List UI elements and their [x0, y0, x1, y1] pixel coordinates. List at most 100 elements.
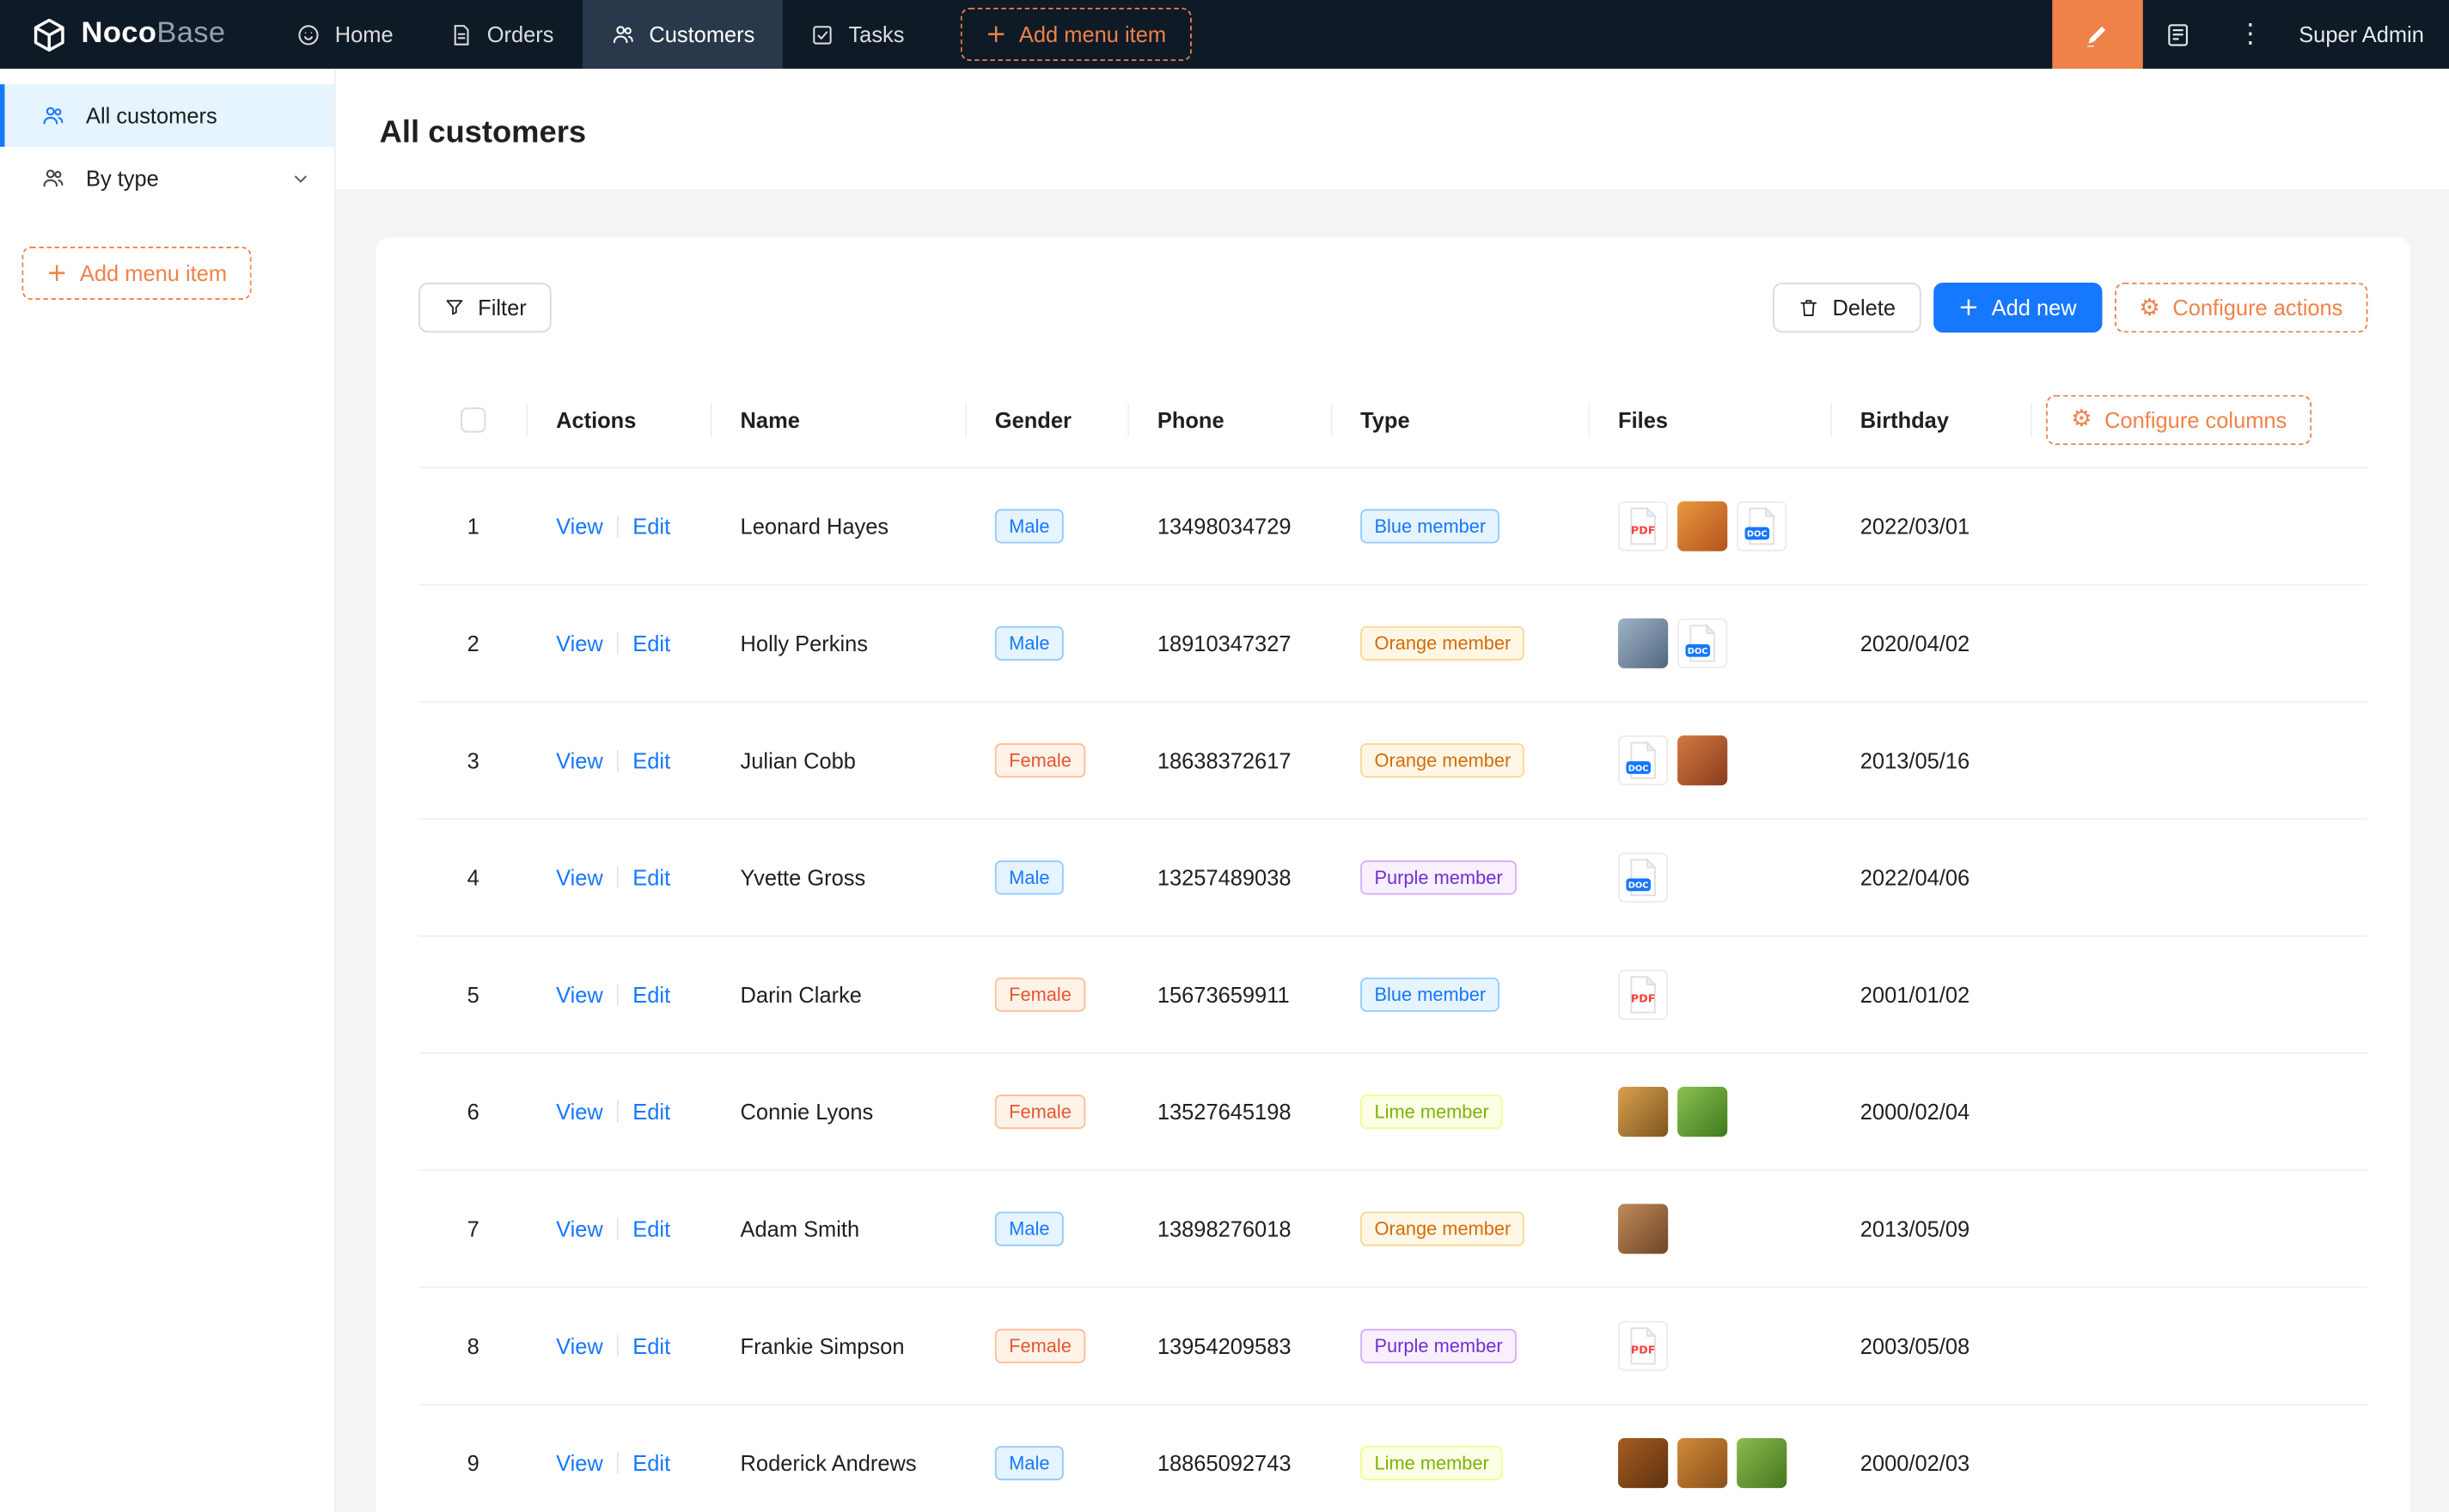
notebook-button[interactable]: [2142, 0, 2214, 69]
svg-text:DOC: DOC: [1628, 881, 1649, 891]
ellipsis-icon: ⋮: [2237, 21, 2263, 48]
more-actions-button[interactable]: ⋮: [2214, 0, 2287, 69]
plus-icon: +: [986, 21, 1006, 46]
doc-thumbnail[interactable]: DOC: [1618, 852, 1668, 902]
customer-name: Leonard Hayes: [741, 514, 889, 539]
birthday: 2003/05/08: [1860, 1333, 1970, 1358]
sidebar-add-menu-item-button[interactable]: + Add menu item: [21, 247, 251, 300]
view-link[interactable]: View: [556, 514, 603, 539]
edit-link[interactable]: Edit: [632, 982, 670, 1007]
pdf-thumbnail[interactable]: PDF: [1618, 1321, 1668, 1371]
view-link[interactable]: View: [556, 982, 603, 1007]
column-header-gender: Gender: [967, 406, 1129, 431]
customer-name: Roderick Andrews: [741, 1451, 917, 1476]
edit-link[interactable]: Edit: [632, 1216, 670, 1241]
svg-text:PDF: PDF: [1631, 993, 1656, 1006]
sidebar: All customers By type + Add m: [0, 69, 336, 1512]
type-tag: Blue member: [1360, 509, 1499, 544]
notebook-icon: [2165, 21, 2192, 48]
edit-link[interactable]: Edit: [632, 748, 670, 773]
type-tag: Orange member: [1360, 626, 1525, 661]
team-icon: [40, 166, 65, 191]
nocobase-logo[interactable]: NocoBase: [0, 16, 253, 52]
table-row[interactable]: 7 View Edit Adam Smith Male 13898276018 …: [418, 1171, 2367, 1288]
pdf-thumbnail[interactable]: PDF: [1618, 970, 1668, 1020]
image-thumbnail[interactable]: [1737, 1438, 1786, 1488]
image-thumbnail[interactable]: [1677, 1087, 1727, 1137]
gear-icon: ⚙: [2139, 296, 2159, 319]
view-link[interactable]: View: [556, 1451, 603, 1476]
nav-item-orders[interactable]: Orders: [421, 0, 582, 69]
table-row[interactable]: 6 View Edit Connie Lyons Female 13527645…: [418, 1054, 2367, 1171]
nav-item-label: Customers: [649, 21, 754, 46]
table-row[interactable]: 4 View Edit Yvette Gross Male 1325748903…: [418, 820, 2367, 936]
plus-icon: +: [1958, 296, 1979, 320]
table-row[interactable]: 5 View Edit Darin Clarke Female 15673659…: [418, 937, 2367, 1054]
birthday: 2022/03/01: [1860, 514, 1970, 539]
doc-thumbnail[interactable]: DOC: [1737, 501, 1786, 551]
view-link[interactable]: View: [556, 631, 603, 655]
doc-thumbnail[interactable]: DOC: [1618, 735, 1668, 785]
type-tag: Lime member: [1360, 1446, 1503, 1480]
table-row[interactable]: 2 View Edit Holly Perkins Male 189103473…: [418, 586, 2367, 703]
edit-link[interactable]: Edit: [632, 1333, 670, 1358]
view-link[interactable]: View: [556, 748, 603, 773]
birthday: 2013/05/09: [1860, 1216, 1970, 1241]
add-new-button[interactable]: + Add new: [1933, 283, 2102, 332]
gender-tag: Male: [995, 860, 1064, 894]
doc-thumbnail[interactable]: DOC: [1677, 619, 1727, 668]
sidebar-item-by-type[interactable]: By type: [0, 147, 334, 210]
svg-text:DOC: DOC: [1747, 530, 1768, 540]
image-thumbnail[interactable]: [1618, 1438, 1668, 1488]
main-area: All customers Filter: [336, 69, 2449, 1512]
row-index: 1: [467, 514, 479, 539]
image-thumbnail[interactable]: [1618, 1204, 1668, 1253]
configure-columns-button[interactable]: ⚙ Configure columns: [2046, 394, 2312, 444]
table-row[interactable]: 3 View Edit Julian Cobb Female 186383726…: [418, 703, 2367, 820]
view-link[interactable]: View: [556, 1333, 603, 1358]
edit-link[interactable]: Edit: [632, 865, 670, 890]
view-link[interactable]: View: [556, 865, 603, 890]
table-row[interactable]: 8 View Edit Frankie Simpson Female 13954…: [418, 1289, 2367, 1405]
filter-button[interactable]: Filter: [418, 283, 552, 332]
edit-link[interactable]: Edit: [632, 514, 670, 539]
image-thumbnail[interactable]: [1618, 619, 1668, 668]
customer-name: Connie Lyons: [741, 1100, 874, 1125]
image-thumbnail[interactable]: [1618, 1087, 1668, 1137]
sidebar-item-all-customers[interactable]: All customers: [0, 84, 334, 147]
image-thumbnail[interactable]: [1677, 501, 1727, 551]
current-user[interactable]: Super Admin: [2287, 21, 2449, 46]
filter-funnel-icon: [443, 296, 465, 318]
nav-item-customers[interactable]: Customers: [582, 0, 783, 69]
customer-name: Adam Smith: [741, 1216, 860, 1241]
customer-name: Frankie Simpson: [741, 1333, 905, 1358]
navbar-add-menu-item-button[interactable]: + Add menu item: [961, 8, 1191, 61]
select-all-checkbox[interactable]: [461, 406, 486, 431]
row-index: 5: [467, 982, 479, 1007]
row-index: 2: [467, 631, 479, 655]
ui-editor-button[interactable]: [2052, 0, 2142, 69]
table-row[interactable]: 1 View Edit Leonard Hayes Male 134980347…: [418, 468, 2367, 585]
image-thumbnail[interactable]: [1677, 1438, 1727, 1488]
nav-item-home[interactable]: Home: [269, 0, 421, 69]
sidebar-item-label: By type: [86, 166, 159, 191]
edit-link[interactable]: Edit: [632, 1451, 670, 1476]
edit-link[interactable]: Edit: [632, 631, 670, 655]
image-thumbnail[interactable]: [1677, 735, 1727, 785]
phone-number: 18910347327: [1157, 631, 1292, 655]
view-link[interactable]: View: [556, 1216, 603, 1241]
nav-item-tasks[interactable]: Tasks: [783, 0, 932, 69]
vertical-divider: [617, 1218, 619, 1240]
svg-text:DOC: DOC: [1688, 647, 1708, 656]
page-header: All customers: [336, 69, 2449, 189]
page-title: All customers: [380, 116, 586, 152]
delete-button[interactable]: Delete: [1773, 283, 1921, 332]
configure-actions-button[interactable]: ⚙ Configure actions: [2114, 283, 2367, 332]
table-row[interactable]: 9 View Edit Roderick Andrews Male 188650…: [418, 1405, 2367, 1512]
customer-name: Holly Perkins: [741, 631, 869, 655]
customer-name: Julian Cobb: [741, 748, 856, 773]
edit-link[interactable]: Edit: [632, 1100, 670, 1125]
column-header-actions: Actions: [528, 406, 711, 431]
pdf-thumbnail[interactable]: PDF: [1618, 501, 1668, 551]
view-link[interactable]: View: [556, 1100, 603, 1125]
